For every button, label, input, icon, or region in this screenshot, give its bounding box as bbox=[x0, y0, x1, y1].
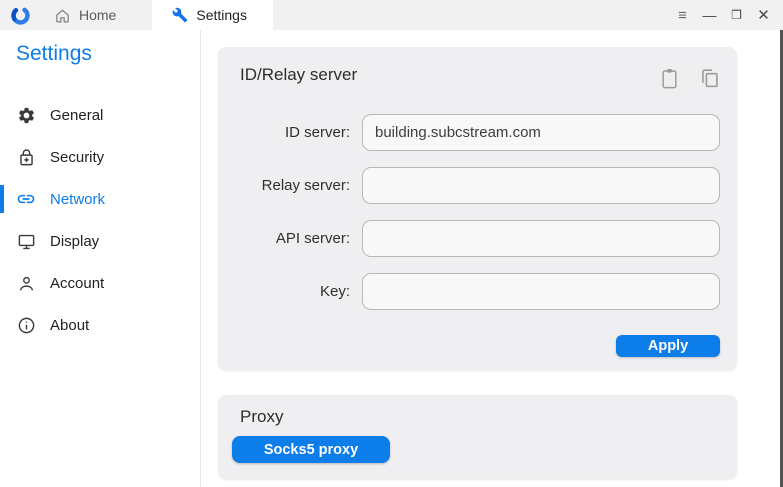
person-icon bbox=[16, 273, 36, 293]
rustdesk-logo-icon bbox=[10, 5, 31, 26]
sidebar-item-account[interactable]: Account bbox=[0, 262, 200, 304]
sidebar-nav: General Security Netwo bbox=[0, 94, 200, 346]
copy-button[interactable] bbox=[699, 67, 720, 90]
id-server-row: ID server: bbox=[240, 114, 720, 151]
sidebar-item-security[interactable]: Security bbox=[0, 136, 200, 178]
wrench-icon bbox=[172, 7, 188, 23]
relay-server-input[interactable] bbox=[362, 167, 720, 204]
link-icon bbox=[16, 189, 36, 209]
clipboard-paste-icon bbox=[660, 67, 679, 90]
proxy-card-title: Proxy bbox=[240, 407, 720, 427]
key-row: Key: bbox=[240, 273, 720, 310]
sidebar-item-security-label: Security bbox=[50, 149, 104, 166]
id-relay-header-icons bbox=[660, 65, 720, 90]
app-logo bbox=[0, 0, 40, 30]
gear-icon bbox=[16, 105, 36, 125]
sidebar-item-network-label: Network bbox=[50, 191, 105, 208]
minimize-icon[interactable]: — bbox=[696, 0, 723, 30]
sidebar-item-display[interactable]: Display bbox=[0, 220, 200, 262]
titlebar: Home Settings ≡ — ❒ ✕ bbox=[0, 0, 783, 30]
menu-icon[interactable]: ≡ bbox=[669, 0, 696, 30]
tab-settings-label: Settings bbox=[196, 7, 247, 23]
id-server-input[interactable] bbox=[362, 114, 720, 151]
home-icon bbox=[54, 7, 71, 24]
relay-server-label: Relay server: bbox=[240, 177, 350, 194]
server-fields: ID server: Relay server: API server: Key… bbox=[240, 114, 720, 310]
id-relay-card-title: ID/Relay server bbox=[240, 65, 357, 85]
sidebar-item-general[interactable]: General bbox=[0, 94, 200, 136]
sidebar-title: Settings bbox=[16, 42, 200, 66]
sidebar-item-network[interactable]: Network bbox=[0, 178, 200, 220]
sidebar-item-display-label: Display bbox=[50, 233, 99, 250]
maximize-icon[interactable]: ❒ bbox=[723, 0, 750, 30]
sidebar-item-about-label: About bbox=[50, 317, 89, 334]
id-server-label: ID server: bbox=[240, 124, 350, 141]
tab-home[interactable]: Home bbox=[40, 0, 130, 30]
monitor-icon bbox=[16, 231, 36, 251]
lock-plus-icon bbox=[16, 147, 36, 167]
proxy-card: Proxy Socks5 proxy bbox=[218, 395, 737, 479]
copy-icon bbox=[699, 67, 720, 90]
paste-button[interactable] bbox=[660, 67, 679, 90]
socks5-proxy-button[interactable]: Socks5 proxy bbox=[232, 436, 390, 463]
window-controls: ≡ — ❒ ✕ bbox=[669, 0, 783, 30]
id-relay-server-card: ID/Relay server ID server: bbox=[218, 47, 737, 370]
relay-server-row: Relay server: bbox=[240, 167, 720, 204]
key-input[interactable] bbox=[362, 273, 720, 310]
close-icon[interactable]: ✕ bbox=[750, 0, 777, 30]
id-relay-card-header: ID/Relay server bbox=[240, 65, 720, 90]
sidebar-item-about[interactable]: About bbox=[0, 304, 200, 346]
api-server-label: API server: bbox=[240, 230, 350, 247]
key-label: Key: bbox=[240, 283, 350, 300]
tab-settings[interactable]: Settings bbox=[152, 0, 273, 30]
apply-button[interactable]: Apply bbox=[616, 335, 720, 357]
sidebar-item-general-label: General bbox=[50, 107, 103, 124]
api-server-row: API server: bbox=[240, 220, 720, 257]
tab-home-label: Home bbox=[79, 7, 116, 23]
titlebar-spacer bbox=[273, 0, 669, 30]
sidebar-item-account-label: Account bbox=[50, 275, 104, 292]
api-server-input[interactable] bbox=[362, 220, 720, 257]
info-icon bbox=[16, 315, 36, 335]
app-window: Home Settings ≡ — ❒ ✕ Settings bbox=[0, 0, 783, 487]
settings-sidebar: Settings General Securit bbox=[0, 30, 201, 487]
